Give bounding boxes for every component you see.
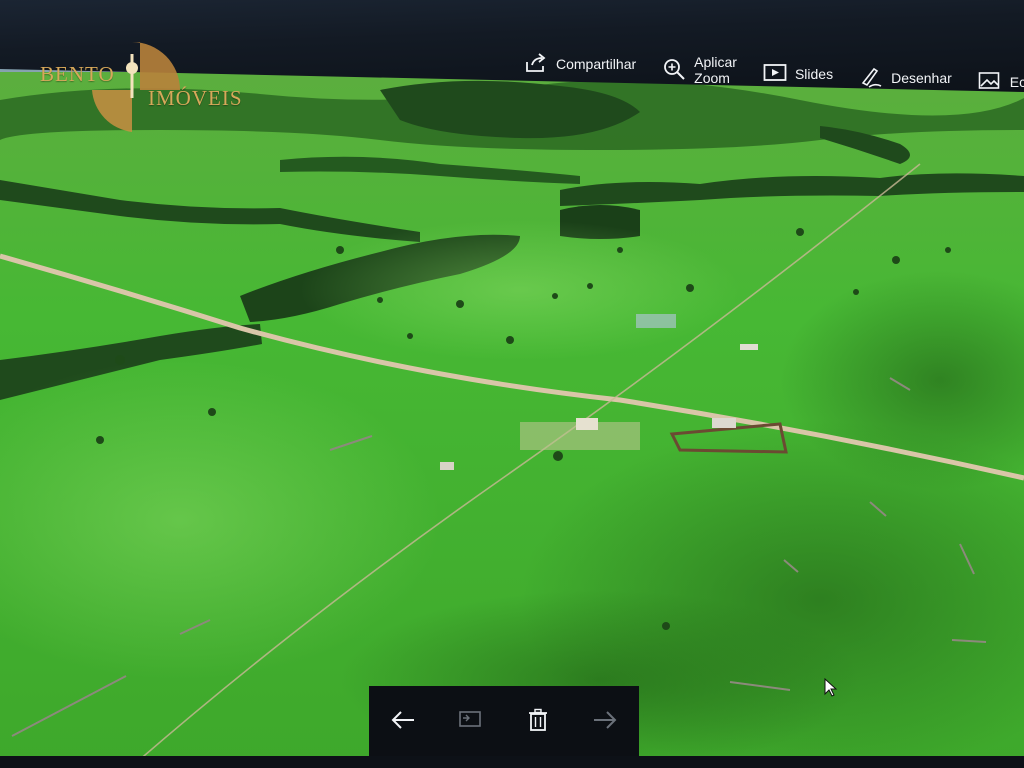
forward-button[interactable] [581, 698, 629, 746]
slideshow-mini-button[interactable] [446, 698, 494, 746]
mouse-cursor [824, 677, 838, 703]
slides-label: Slides [794, 66, 834, 82]
bento-imoveis-watermark: BENTO IMÓVEIS [36, 40, 242, 132]
toolbar-commands: Compartilhar Aplicar Zoom Slides Desenha… [524, 48, 1024, 90]
share-icon [524, 52, 556, 77]
zoom-label: Aplicar Zoom [694, 54, 737, 86]
edit-image-icon [978, 70, 1010, 93]
edit-label: Ec [1009, 74, 1024, 90]
slideshow-icon [763, 63, 795, 86]
forward-arrow-icon [592, 709, 618, 736]
slides-button[interactable]: Slides [763, 58, 833, 90]
share-label: Compartilhar [556, 56, 637, 72]
draw-label: Desenhar [891, 70, 952, 86]
zoom-in-icon [662, 57, 694, 84]
zoom-button[interactable]: Aplicar Zoom [662, 54, 737, 86]
logo-text-imoveis: IMÓVEIS [148, 86, 243, 110]
share-button[interactable]: Compartilhar [524, 48, 636, 80]
slideshow-mini-icon [457, 709, 483, 736]
delete-button[interactable] [514, 698, 562, 746]
photo-nav-bar [369, 686, 639, 758]
aerial-photo [0, 60, 1024, 768]
trash-icon [527, 708, 549, 737]
back-arrow-icon [390, 709, 416, 736]
logo-text-bento: BENTO [40, 62, 115, 86]
draw-icon [859, 65, 891, 92]
back-button[interactable] [379, 698, 427, 746]
screen-bezel [0, 756, 1024, 768]
